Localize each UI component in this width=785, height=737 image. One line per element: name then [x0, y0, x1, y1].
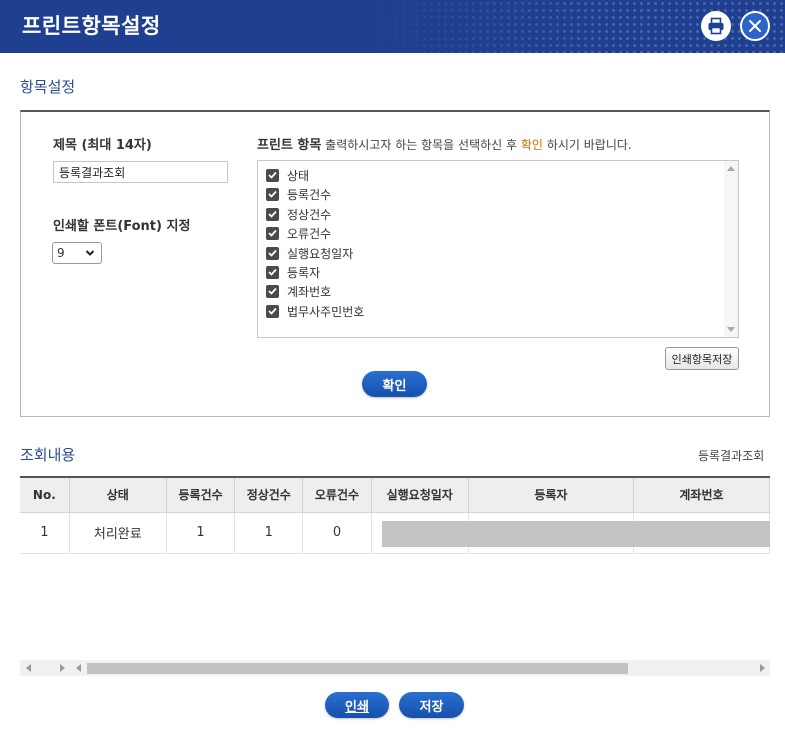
print-items-desc-accent: 확인 [520, 138, 543, 152]
settings-section-title: 항목설정 [20, 78, 76, 96]
table-cell: 0 [302, 512, 372, 554]
print-items-list: 상태 등록건수 정상건수 오류건수 실행요청일자 등록자 계좌번호 법무사주민번… [257, 160, 739, 338]
checkbox-checked-icon[interactable] [266, 284, 279, 298]
print-item[interactable]: 실행요청일자 [266, 244, 353, 262]
close-button[interactable] [740, 11, 770, 41]
column-header[interactable]: 정상건수 [234, 478, 304, 513]
table-cell: 1 [20, 512, 70, 554]
print-item[interactable]: 정상건수 [266, 205, 331, 223]
print-item-label: 법무사주민번호 [287, 304, 365, 319]
scroll-right-icon[interactable] [60, 664, 65, 672]
save-print-items-button[interactable]: 인쇄항목저장 [665, 347, 739, 370]
print-item[interactable]: 계좌번호 [266, 282, 331, 300]
dialog-header: 프린트항목설정 [0, 0, 785, 53]
table-header-row: No. 상태 등록건수 정상건수 오류건수 실행요청일자 등록자 계좌번호 [20, 478, 770, 513]
scroll-left-icon[interactable] [26, 664, 31, 672]
close-icon [749, 20, 761, 32]
results-subtitle: 등록결과조회 [698, 449, 765, 463]
column-header[interactable]: 상태 [69, 478, 167, 513]
print-item-label: 실행요청일자 [287, 246, 354, 261]
print-items-instruction: 프린트 항목 출력하시고자 하는 항목을 선택하신 후 확인 하시기 바랍니다. [257, 134, 632, 153]
scroll-down-icon[interactable] [727, 327, 735, 332]
table-cell: 1 [166, 512, 236, 554]
column-header[interactable]: 등록건수 [166, 478, 236, 513]
font-label: 인쇄할 폰트(Font) 지정 [53, 219, 191, 234]
checkbox-checked-icon[interactable] [266, 304, 279, 318]
checkbox-checked-icon[interactable] [266, 246, 279, 260]
settings-panel: 제목 (최대 14자) 인쇄할 폰트(Font) 지정 9 프린트 항목 출력하… [20, 110, 770, 417]
print-item-label: 등록자 [287, 265, 321, 280]
font-size-select[interactable]: 9 [52, 242, 102, 264]
print-item[interactable]: 상태 [266, 166, 309, 184]
column-header[interactable]: 등록자 [468, 478, 634, 513]
print-button[interactable]: 인쇄 [325, 692, 389, 718]
print-item[interactable]: 오류건수 [266, 224, 331, 242]
column-header[interactable]: 오류건수 [302, 478, 372, 513]
list-vertical-scrollbar[interactable] [724, 161, 738, 337]
table-cell: 처리완료 [69, 512, 167, 554]
print-item[interactable]: 법무사주민번호 [266, 302, 364, 320]
print-item-label: 오류건수 [287, 226, 332, 241]
print-items-desc-post: 하시기 바랍니다. [546, 138, 632, 152]
horizontal-scrollbar[interactable] [20, 660, 770, 676]
column-header[interactable]: 계좌번호 [633, 478, 770, 513]
scroll-up-icon[interactable] [727, 166, 735, 171]
scroll-left-icon[interactable] [76, 664, 81, 672]
dialog-title: 프린트항목설정 [22, 14, 161, 38]
print-item[interactable]: 등록자 [266, 263, 320, 281]
print-item-label: 등록건수 [287, 187, 332, 202]
print-header-button[interactable] [701, 11, 731, 41]
title-label: 제목 (최대 14자) [53, 138, 152, 153]
checkbox-checked-icon[interactable] [266, 265, 279, 279]
table-cell: 1 [234, 512, 304, 554]
scrollbar-thumb[interactable] [87, 663, 628, 674]
redacted-cells [382, 521, 770, 547]
print-items-label: 프린트 항목 [257, 138, 322, 153]
title-input[interactable] [53, 161, 228, 183]
printer-icon [708, 17, 724, 35]
results-section-title: 조회내용 [20, 446, 76, 464]
print-item-label: 계좌번호 [287, 284, 332, 299]
font-size-value: 9 [57, 246, 65, 260]
results-grid: No. 상태 등록건수 정상건수 오류건수 실행요청일자 등록자 계좌번호 1 … [20, 476, 770, 660]
checkbox-checked-icon[interactable] [266, 207, 279, 221]
print-item-label: 정상건수 [287, 207, 332, 222]
print-button-label: 인쇄 [345, 699, 369, 715]
print-item-label: 상태 [287, 168, 310, 183]
column-header[interactable]: 실행요청일자 [371, 478, 469, 513]
column-header[interactable]: No. [20, 478, 70, 513]
save-button[interactable]: 저장 [399, 692, 464, 718]
print-item[interactable]: 등록건수 [266, 185, 331, 203]
confirm-button[interactable]: 확인 [362, 371, 427, 397]
chevron-down-icon [85, 250, 95, 256]
print-items-desc-pre: 출력하시고자 하는 항목을 선택하신 후 [325, 138, 518, 152]
checkbox-checked-icon[interactable] [266, 226, 279, 240]
checkbox-checked-icon[interactable] [266, 168, 279, 182]
scroll-right-icon[interactable] [760, 664, 765, 672]
checkbox-checked-icon[interactable] [266, 187, 279, 201]
